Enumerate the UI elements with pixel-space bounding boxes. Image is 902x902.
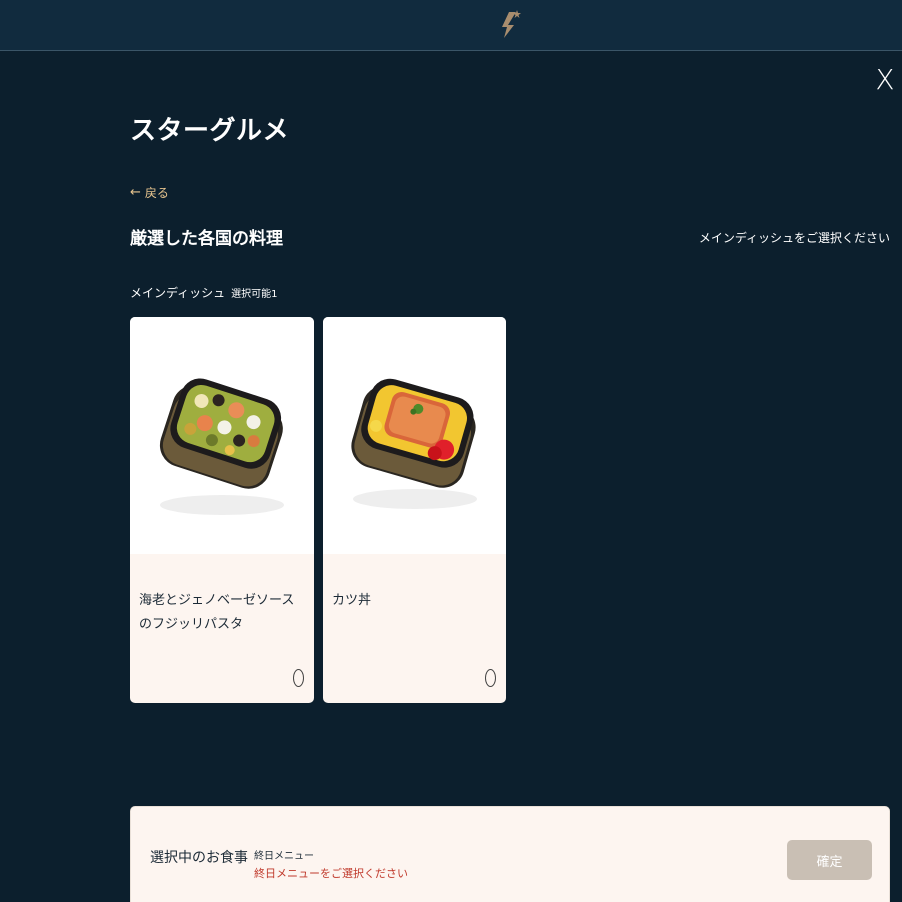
- selected-meal-label: 選択中のお食事: [150, 850, 248, 866]
- menu-card-katsudon[interactable]: カツ丼: [323, 317, 506, 703]
- pasta-dish-image: [130, 317, 314, 554]
- category-header: メインディッシュ 選択可能1: [130, 284, 278, 301]
- menu-type-label: 終日メニュー: [254, 851, 314, 862]
- selection-footer: 選択中のお食事 終日メニュー 終日メニューをご選択ください 確定: [130, 806, 890, 902]
- menu-item-name: 海老とジェノベーゼソースのフジッリパスタ: [139, 593, 295, 632]
- category-name: メインディッシュ: [130, 286, 226, 300]
- menu-card-pasta[interactable]: 海老とジェノベーゼソースのフジッリパスタ: [130, 317, 314, 703]
- star-lightning-logo: [502, 10, 521, 38]
- back-link[interactable]: ← 戻る: [130, 184, 169, 201]
- back-label: 戻る: [144, 186, 169, 200]
- selection-warning: 終日メニューをご選択ください: [254, 867, 408, 880]
- close-button[interactable]: X: [872, 64, 898, 96]
- page-title: スターグルメ: [130, 116, 290, 146]
- select-radio[interactable]: [293, 669, 304, 687]
- confirm-button[interactable]: 確定: [787, 840, 872, 880]
- section-title: 厳選した各国の料理: [130, 229, 283, 249]
- katsudon-dish-image: [323, 317, 506, 554]
- category-limit: 選択可能1: [231, 289, 278, 300]
- arrow-left-icon: ←: [130, 185, 141, 200]
- top-bar: [0, 0, 902, 51]
- menu-item-name: カツ丼: [332, 593, 372, 608]
- select-radio[interactable]: [485, 669, 496, 687]
- select-prompt: メインディッシュをご選択ください: [698, 231, 890, 245]
